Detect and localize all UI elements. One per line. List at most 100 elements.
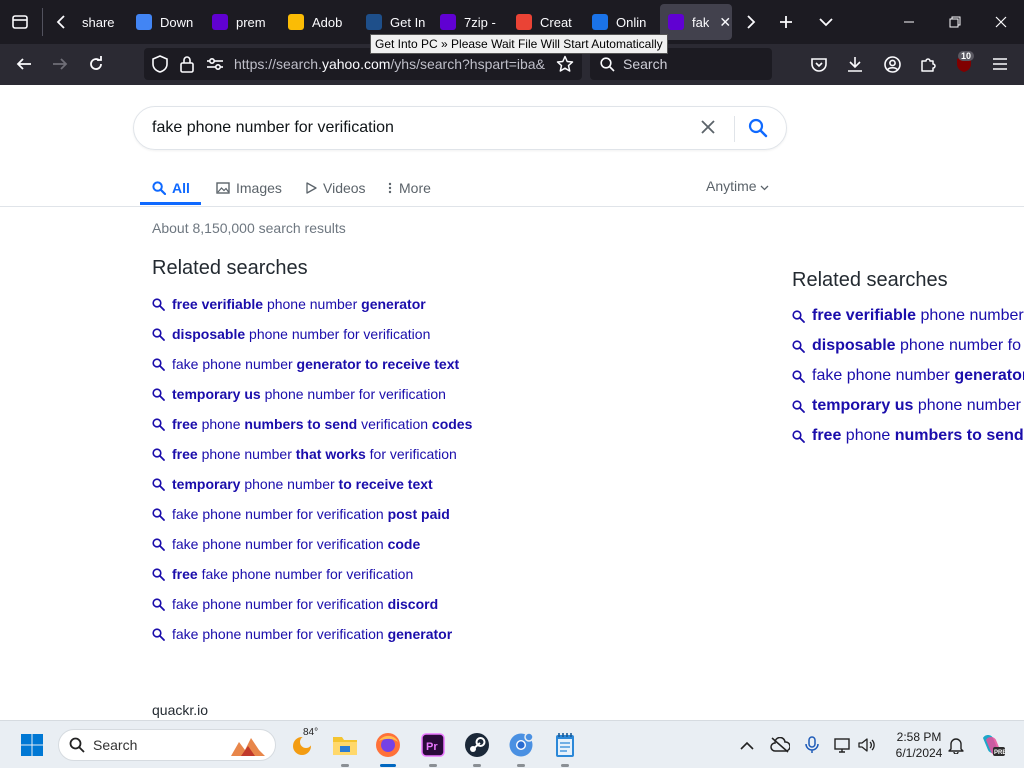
- clear-search-button[interactable]: [700, 117, 716, 139]
- url-text[interactable]: https://search.yahoo.com/yhs/search?hspa…: [234, 56, 546, 72]
- scroll-tabs-right-button[interactable]: [732, 4, 768, 40]
- related-searches-list: free verifiable phone number generator di…: [152, 289, 472, 649]
- related-search-link[interactable]: free phone number that works for verific…: [172, 446, 457, 462]
- browser-tab[interactable]: share: [72, 4, 126, 40]
- forward-button[interactable]: [44, 48, 76, 80]
- chrome-favicon: [136, 14, 152, 30]
- related-search-link[interactable]: disposable phone number for verification: [172, 326, 430, 342]
- taskbar-premiere[interactable]: Pr: [417, 729, 449, 761]
- related-search-link[interactable]: free phone numbers to send verification …: [172, 416, 472, 432]
- related-search-item[interactable]: free fake phone number for verification: [152, 559, 472, 589]
- tray-microphone[interactable]: [796, 729, 828, 761]
- related-search-link[interactable]: fake phone number for verification post …: [172, 506, 450, 522]
- browser-tab[interactable]: fak ✕: [660, 4, 732, 40]
- related-search-item[interactable]: fake phone number for verification disco…: [152, 589, 472, 619]
- related-search-item[interactable]: fake phone number generator: [792, 361, 1024, 391]
- back-button[interactable]: [8, 48, 40, 80]
- result-site-name[interactable]: quackr.io: [152, 702, 208, 718]
- related-search-link[interactable]: temporary phone number to receive text: [172, 476, 433, 492]
- shield-icon[interactable]: [152, 55, 168, 73]
- pocket-button[interactable]: [803, 48, 835, 80]
- close-tab-icon[interactable]: ✕: [719, 14, 731, 31]
- copilot-button[interactable]: PRE: [976, 729, 1008, 761]
- related-search-text: phone number: [913, 397, 1022, 414]
- related-search-text: verification: [357, 416, 432, 432]
- minimize-button[interactable]: [886, 0, 932, 44]
- notifications-button[interactable]: [940, 729, 972, 761]
- tab-images[interactable]: Images: [216, 170, 282, 206]
- related-search-item[interactable]: free phone number that works for verific…: [152, 439, 472, 469]
- taskbar-chrome-canary[interactable]: [505, 729, 537, 761]
- show-hidden-icons-button[interactable]: [731, 729, 763, 761]
- tab-videos[interactable]: Videos: [305, 170, 366, 206]
- taskbar-firefox[interactable]: [372, 729, 404, 761]
- related-search-item[interactable]: free phone numbers to send verification …: [152, 409, 472, 439]
- extensions-button[interactable]: [912, 48, 944, 80]
- related-search-item[interactable]: free verifiable phone number: [792, 301, 1024, 331]
- tab-more[interactable]: More: [388, 170, 431, 206]
- reload-button[interactable]: [80, 48, 112, 80]
- related-search-item[interactable]: disposable phone number fo: [792, 331, 1024, 361]
- downloads-button[interactable]: [839, 48, 871, 80]
- list-all-tabs-button[interactable]: [808, 4, 844, 40]
- restore-button[interactable]: [932, 0, 978, 44]
- start-button[interactable]: [16, 729, 48, 761]
- account-button[interactable]: [876, 48, 908, 80]
- arrow-right-icon: [53, 58, 68, 70]
- related-search-link[interactable]: free verifiable phone number generator: [172, 296, 426, 312]
- tab-all[interactable]: All: [152, 170, 190, 206]
- related-search-item[interactable]: fake phone number for verification post …: [152, 499, 472, 529]
- browser-tab[interactable]: Down: [128, 4, 198, 40]
- related-search-link[interactable]: temporary us phone number: [812, 397, 1021, 415]
- related-search-link[interactable]: fake phone number for verification gener…: [172, 626, 452, 642]
- firefox-icon: [376, 733, 400, 757]
- related-search-item[interactable]: temporary us phone number for verificati…: [152, 379, 472, 409]
- taskbar-search-label: Search: [93, 737, 138, 753]
- related-search-text: phone number: [240, 476, 339, 492]
- lock-icon[interactable]: [180, 55, 194, 73]
- related-search-link[interactable]: fake phone number generator to receive t…: [172, 356, 459, 372]
- related-search-link[interactable]: fake phone number generator: [812, 367, 1024, 385]
- browser-tab[interactable]: prem: [204, 4, 274, 40]
- related-search-item[interactable]: free verifiable phone number generator: [152, 289, 472, 319]
- divider: [42, 8, 43, 36]
- related-search-item[interactable]: fake phone number generator to receive t…: [152, 349, 472, 379]
- related-search-link[interactable]: temporary us phone number for verificati…: [172, 386, 446, 402]
- tabs-divider: [0, 206, 1024, 207]
- tab-title: Down: [160, 14, 194, 30]
- related-search-item[interactable]: temporary phone number to receive text: [152, 469, 472, 499]
- related-search-item[interactable]: free phone numbers to send: [792, 421, 1024, 451]
- related-search-item[interactable]: temporary us phone number: [792, 391, 1024, 421]
- related-search-text: for verification: [365, 446, 457, 462]
- tray-onedrive[interactable]: [764, 729, 796, 761]
- pocket-icon: [811, 58, 827, 72]
- search-icon: [792, 309, 805, 323]
- permissions-icon[interactable]: [206, 56, 224, 72]
- taskbar-notepad[interactable]: [549, 729, 581, 761]
- related-search-item[interactable]: fake phone number for verification code: [152, 529, 472, 559]
- taskbar-search[interactable]: Search: [58, 729, 276, 761]
- related-search-item[interactable]: disposable phone number for verification: [152, 319, 472, 349]
- chevron-right-icon: [747, 15, 756, 29]
- search-input[interactable]: fake phone number for verification: [152, 119, 394, 137]
- related-search-link[interactable]: free phone numbers to send: [812, 427, 1024, 445]
- related-search-link[interactable]: free fake phone number for verification: [172, 566, 413, 582]
- app-menu-button[interactable]: [984, 48, 1016, 80]
- taskbar-steam[interactable]: [461, 729, 493, 761]
- firefox-view-button[interactable]: [2, 4, 38, 40]
- close-window-button[interactable]: [978, 0, 1024, 44]
- time-filter-dropdown[interactable]: Anytime: [706, 178, 769, 194]
- related-search-link[interactable]: fake phone number for verification disco…: [172, 596, 438, 612]
- related-search-link[interactable]: free verifiable phone number: [812, 307, 1024, 325]
- related-search-link[interactable]: fake phone number for verification code: [172, 536, 420, 552]
- new-tab-button[interactable]: [768, 4, 804, 40]
- bookmark-star-icon[interactable]: [556, 55, 574, 73]
- chrome-canary-icon: [509, 732, 534, 757]
- search-submit-button[interactable]: [748, 118, 768, 143]
- browser-tab[interactable]: Adob: [280, 4, 350, 40]
- related-search-item[interactable]: fake phone number for verification gener…: [152, 619, 472, 649]
- related-search-link[interactable]: disposable phone number fo: [812, 337, 1021, 355]
- search-box[interactable]: fake phone number for verification: [133, 106, 787, 150]
- tray-volume[interactable]: [851, 729, 883, 761]
- taskbar-file-explorer[interactable]: [329, 729, 361, 761]
